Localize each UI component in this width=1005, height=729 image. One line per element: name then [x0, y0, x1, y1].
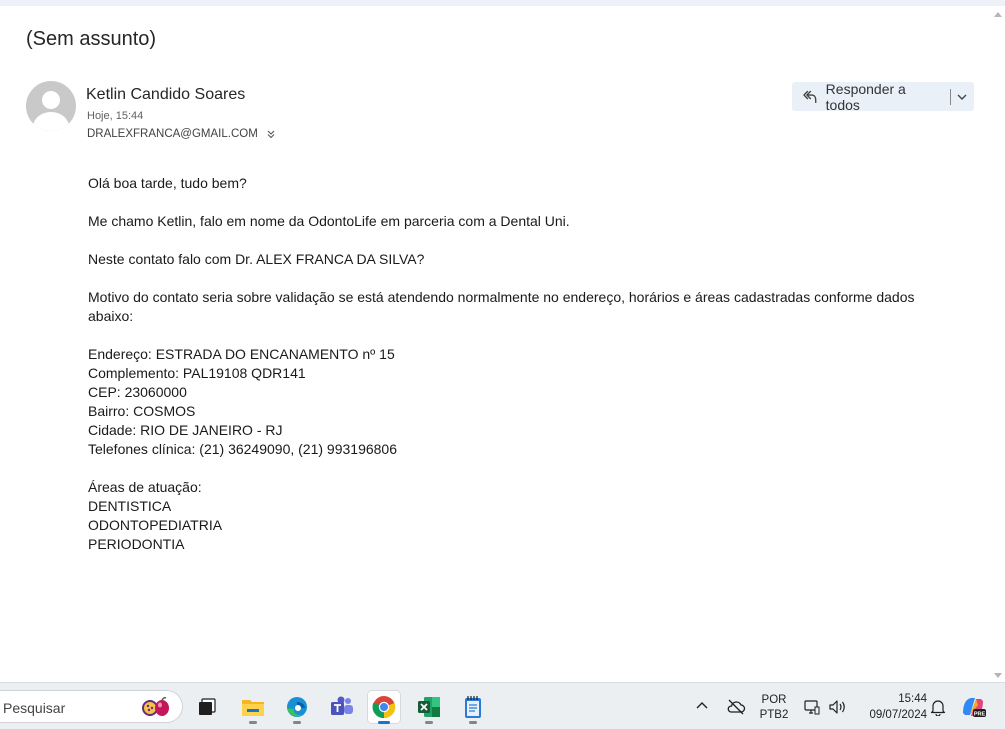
body-line: Telefones clínica: (21) 36249090, (21) 9…: [88, 441, 397, 457]
reply-all-icon: [803, 90, 817, 103]
body-line: CEP: 23060000: [88, 384, 187, 400]
taskbar-clock[interactable]: 15:44 09/07/2024: [855, 691, 927, 723]
taskbar-teams[interactable]: [326, 691, 358, 723]
teams-icon: [331, 696, 353, 715]
message-subject: (Sem assunto): [26, 28, 157, 50]
avatar-head-shape: [42, 91, 60, 109]
sender-name[interactable]: Ketlin Candido Soares: [86, 86, 245, 104]
body-line: Endereço: ESTRADA DO ENCANAMENTO nº 15: [88, 346, 395, 362]
svg-text:PRE: PRE: [974, 712, 986, 718]
sent-time: Hoje, 15:44: [87, 110, 144, 122]
sender-avatar[interactable]: [26, 81, 76, 131]
taskbar-search-placeholder: Pesquisar: [3, 700, 66, 716]
body-line: Motivo do contato seria sobre validação …: [88, 289, 915, 305]
notification-bell-icon[interactable]: [930, 698, 946, 716]
notepad-icon: [465, 696, 481, 718]
body-line: Neste contato falo com Dr. ALEX FRANCA D…: [88, 251, 425, 267]
message-body: Olá boa tarde, tudo bem? Me chamo Ketlin,…: [88, 174, 968, 554]
taskbar: Pesquisar POR PTB2 15:44 09/07/2024 PRE: [0, 682, 1005, 729]
avatar-body-shape: [33, 112, 69, 131]
excel-icon: [418, 697, 440, 717]
onedrive-offline-icon[interactable]: [726, 698, 746, 716]
file-explorer-icon: [242, 700, 264, 716]
clock-date: 09/07/2024: [869, 709, 927, 721]
body-line: Cidade: RIO DE JANEIRO - RJ: [88, 422, 283, 438]
chevron-down-icon: [957, 94, 967, 100]
reply-all-label: Responder a todos: [825, 80, 906, 113]
body-paragraph: Neste contato falo com Dr. ALEX FRANCA D…: [88, 250, 968, 269]
recipient-row: DRALEXFRANCA@GMAIL.COM: [87, 128, 276, 140]
body-line: PERIODONTIA: [88, 536, 185, 552]
edge-icon: [287, 697, 307, 717]
vertical-scrollbar[interactable]: [991, 6, 1005, 682]
taskbar-excel[interactable]: [413, 691, 445, 724]
taskbar-notepad[interactable]: [457, 691, 489, 724]
reply-options-dropdown[interactable]: [950, 82, 974, 111]
task-view-icon: [199, 698, 216, 715]
body-line: ODONTOPEDIATRIA: [88, 517, 223, 533]
scroll-down-icon[interactable]: [994, 673, 1002, 678]
running-indicator: [249, 721, 257, 724]
clock-time: 15:44: [898, 693, 927, 705]
body-paragraph: Me chamo Ketlin, falo em nome da OdontoL…: [88, 212, 968, 231]
recipient-address[interactable]: DRALEXFRANCA@GMAIL.COM: [87, 128, 258, 140]
body-paragraph: Motivo do contato seria sobre validação …: [88, 288, 968, 326]
body-line: Áreas de atuação:: [88, 479, 202, 495]
keyboard-layout: PTB2: [759, 709, 789, 721]
volume-icon[interactable]: [828, 698, 848, 716]
copilot-icon[interactable]: PRE: [960, 695, 986, 719]
body-line: abaixo:: [88, 308, 134, 324]
taskbar-edge[interactable]: [281, 691, 313, 724]
taskbar-chrome[interactable]: [368, 691, 400, 724]
window-top-strip: [0, 0, 1005, 6]
body-line: Bairro: COSMOS: [88, 403, 196, 419]
taskbar-task-view[interactable]: [191, 691, 223, 723]
language-code: POR: [761, 694, 787, 706]
input-language-indicator[interactable]: POR PTB2: [757, 693, 791, 723]
running-indicator: [293, 721, 301, 724]
search-highlight-icon: [142, 697, 169, 716]
network-icon[interactable]: [803, 698, 821, 716]
body-line: Me chamo Ketlin, falo em nome da OdontoL…: [88, 213, 570, 229]
running-indicator: [425, 721, 433, 724]
body-paragraph: Áreas de atuação: DENTISTICA ODONTOPEDIATR…: [88, 478, 968, 554]
scroll-up-icon[interactable]: [994, 12, 1002, 17]
taskbar-file-explorer[interactable]: [237, 691, 269, 724]
body-line: Complemento: PAL19108 QDR141: [88, 365, 306, 381]
taskbar-search-box[interactable]: Pesquisar: [0, 690, 183, 723]
body-line: DENTISTICA: [88, 498, 172, 514]
show-hidden-icons-chevron-up-icon[interactable]: [695, 699, 709, 711]
running-indicator: [469, 721, 477, 724]
body-paragraph: Endereço: ESTRADA DO ENCANAMENTO nº 15 Co…: [88, 345, 968, 459]
chrome-icon: [372, 696, 396, 719]
active-indicator: [378, 721, 390, 724]
reply-all-split-button: Responder a todos: [792, 80, 974, 113]
body-line: Olá boa tarde, tudo bem?: [88, 175, 247, 191]
body-paragraph: Olá boa tarde, tudo bem?: [88, 174, 968, 193]
expand-recipients-icon[interactable]: [266, 129, 276, 139]
reply-all-button[interactable]: Responder a todos: [792, 80, 950, 113]
